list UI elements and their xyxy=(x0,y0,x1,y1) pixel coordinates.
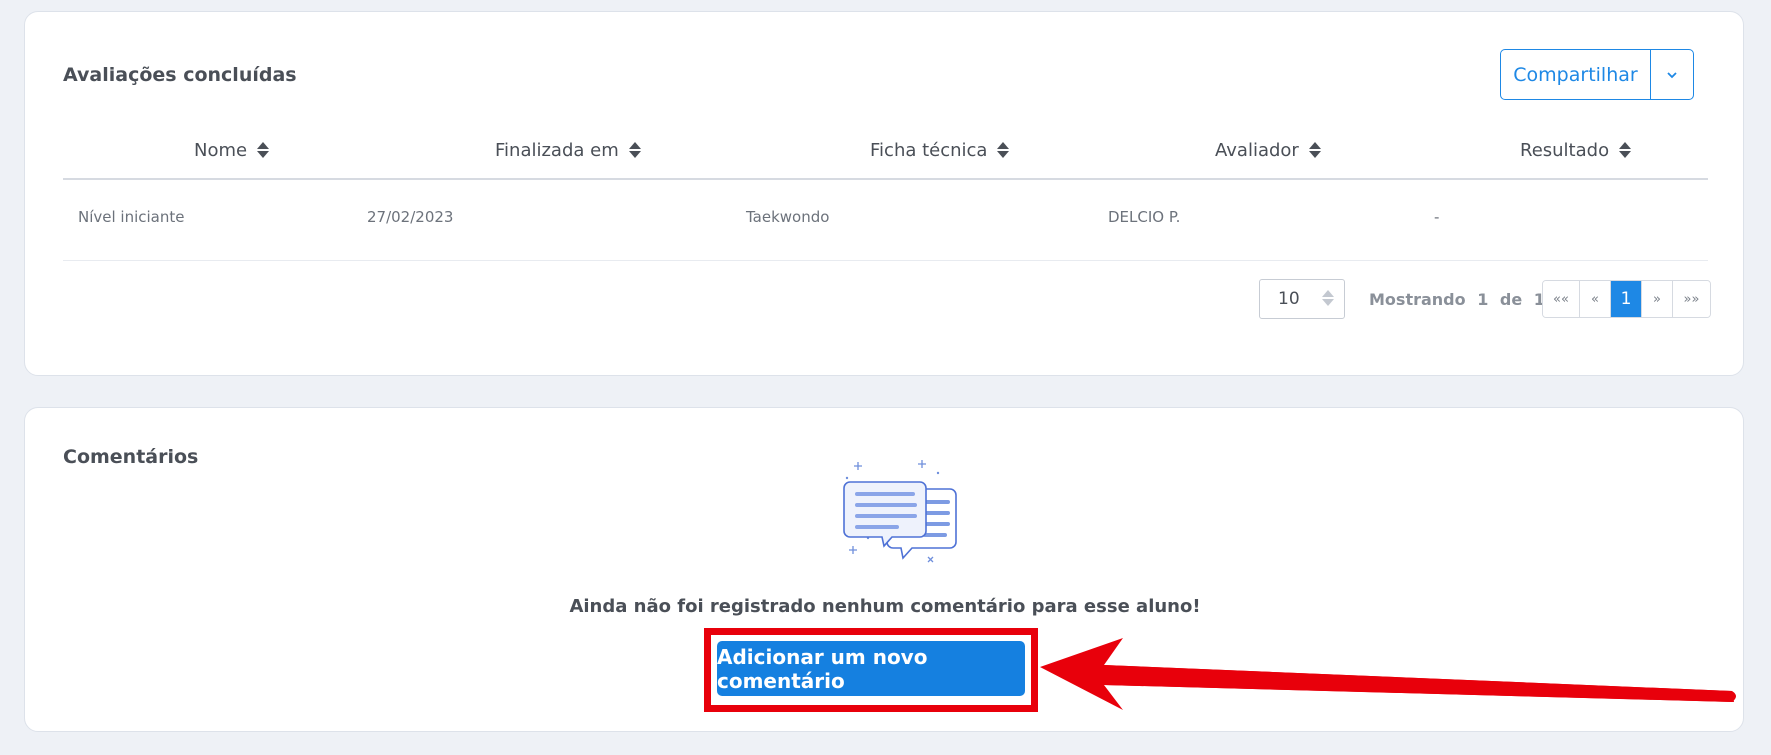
page-size-select[interactable]: 10 xyxy=(1259,279,1345,319)
column-label: Finalizada em xyxy=(495,139,619,161)
sort-icon xyxy=(997,142,1010,158)
sort-icon xyxy=(1619,142,1632,158)
column-label: Ficha técnica xyxy=(870,139,988,161)
pagination-page-1[interactable]: 1 xyxy=(1611,281,1642,317)
table-header: Nome Finalizada em Ficha técnica Avaliad… xyxy=(63,122,1708,180)
cell-nome: Nível iniciante xyxy=(78,208,185,226)
column-label: Nome xyxy=(194,139,248,161)
evaluations-card: Avaliações concluídas Compartilhar Nome … xyxy=(24,11,1744,376)
column-header-ficha[interactable]: Ficha técnica xyxy=(870,122,1010,178)
pagination-first[interactable]: «« xyxy=(1543,281,1580,317)
empty-state-message: Ainda não foi registrado nenhum comentár… xyxy=(569,596,1201,617)
column-label: Resultado xyxy=(1520,139,1610,161)
pagination-next[interactable]: » xyxy=(1642,281,1673,317)
sort-icon xyxy=(628,142,641,158)
comments-card: Comentários Ainda não foi registrado nen… xyxy=(24,407,1744,732)
sort-icon xyxy=(1308,142,1321,158)
showing-current: 1 xyxy=(1477,290,1489,309)
pagination-info: Mostrando 1 de 1 xyxy=(1369,290,1551,309)
share-button-group: Compartilhar xyxy=(1500,49,1694,100)
column-header-resultado[interactable]: Resultado xyxy=(1520,122,1632,178)
share-button[interactable]: Compartilhar xyxy=(1501,50,1650,99)
table-row[interactable]: Nível iniciante 27/02/2023 Taekwondo DEL… xyxy=(63,182,1708,261)
column-header-avaliador[interactable]: Avaliador xyxy=(1215,122,1321,178)
column-label: Avaliador xyxy=(1215,139,1299,161)
cell-ficha: Taekwondo xyxy=(746,208,830,226)
pagination: «« « 1 » »» xyxy=(1542,280,1711,318)
share-dropdown-toggle[interactable] xyxy=(1650,50,1693,99)
column-header-finalizada[interactable]: Finalizada em xyxy=(495,122,641,178)
chevron-down-icon xyxy=(1667,71,1677,78)
sort-icon xyxy=(257,142,270,158)
pagination-prev[interactable]: « xyxy=(1580,281,1611,317)
comments-title: Comentários xyxy=(63,446,199,468)
spinner-icon xyxy=(1322,290,1334,306)
page-size-value: 10 xyxy=(1278,289,1300,309)
cell-resultado: - xyxy=(1434,208,1440,226)
pagination-last[interactable]: »» xyxy=(1673,281,1710,317)
showing-of: de xyxy=(1499,290,1523,309)
evaluations-title: Avaliações concluídas xyxy=(63,64,297,86)
showing-label: Mostrando xyxy=(1369,290,1466,309)
cell-finalizada: 27/02/2023 xyxy=(367,208,454,226)
cell-avaliador: DELCIO P. xyxy=(1108,208,1181,226)
column-header-nome[interactable]: Nome xyxy=(194,122,270,178)
add-comment-button[interactable]: Adicionar um novo comentário xyxy=(717,641,1025,696)
chat-bubbles-icon xyxy=(843,460,957,563)
